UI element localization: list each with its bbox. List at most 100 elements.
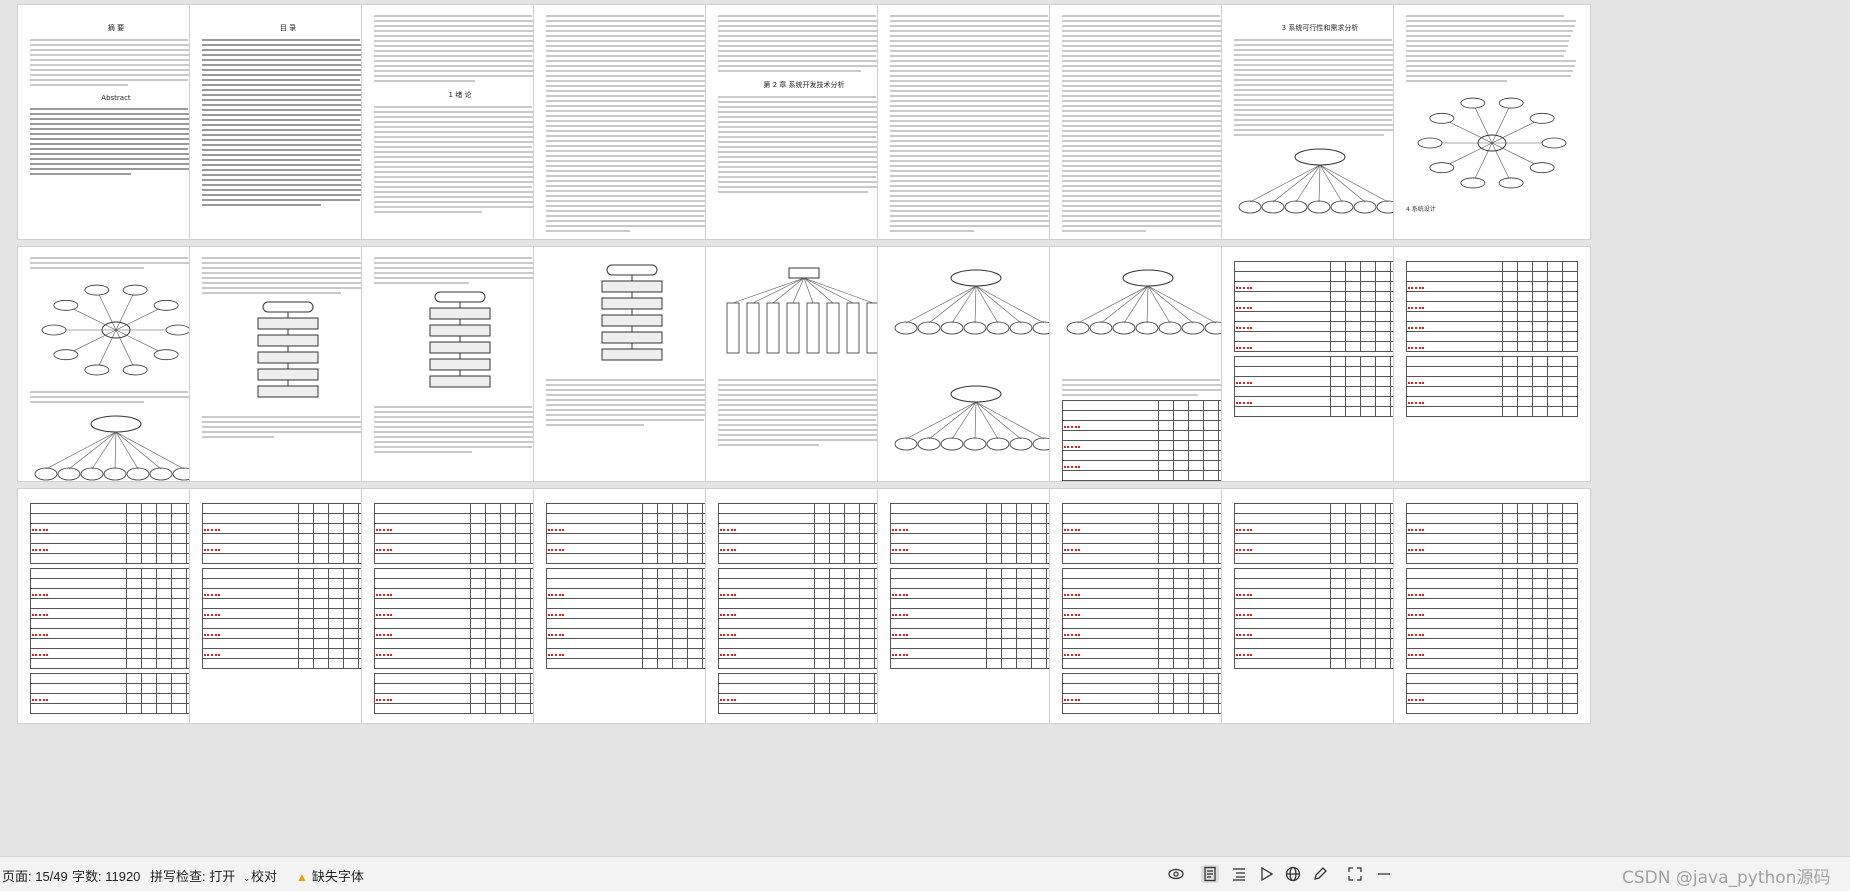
document-page[interactable]: 1 绪 论 bbox=[361, 4, 559, 240]
document-page[interactable] bbox=[1049, 4, 1247, 240]
field-table bbox=[1406, 503, 1579, 564]
tree-edge bbox=[792, 277, 805, 304]
spell-error-mark bbox=[1408, 381, 1424, 384]
page-view-icon[interactable] bbox=[1201, 865, 1219, 883]
document-page[interactable] bbox=[533, 246, 731, 482]
text-line bbox=[546, 215, 705, 217]
text-line bbox=[546, 419, 705, 421]
outline-icon[interactable] bbox=[1230, 865, 1248, 883]
text-line bbox=[1406, 20, 1577, 22]
proofread-button[interactable]: 校对 bbox=[251, 866, 277, 885]
text-line bbox=[890, 155, 1056, 157]
spell-error-mark bbox=[892, 613, 908, 616]
field-table bbox=[374, 568, 547, 669]
text-line bbox=[1234, 134, 1384, 136]
text-line bbox=[374, 181, 534, 183]
text-line bbox=[202, 272, 369, 274]
page-indicator[interactable]: 页面: 15/49 bbox=[2, 866, 68, 885]
text-line bbox=[718, 60, 889, 62]
document-page[interactable]: 摘 要 Abstract bbox=[17, 4, 215, 240]
document-page[interactable] bbox=[1049, 246, 1247, 482]
document-page[interactable] bbox=[705, 488, 903, 724]
page-content bbox=[1406, 499, 1579, 715]
document-page[interactable] bbox=[1221, 488, 1419, 724]
document-page[interactable] bbox=[705, 246, 903, 482]
document-page[interactable] bbox=[877, 4, 1075, 240]
flow-start bbox=[262, 301, 314, 313]
text-line bbox=[546, 110, 713, 112]
attribute-node bbox=[84, 364, 110, 376]
document-page[interactable]: 目 录 bbox=[189, 4, 387, 240]
attribute-node bbox=[84, 284, 110, 296]
play-icon[interactable] bbox=[1257, 865, 1275, 883]
spell-error-mark bbox=[376, 633, 392, 636]
document-page[interactable] bbox=[361, 246, 559, 482]
text-line bbox=[374, 272, 541, 274]
text-line bbox=[890, 120, 1054, 122]
flow-step bbox=[429, 341, 491, 354]
text-line bbox=[718, 20, 889, 22]
spell-error-mark bbox=[892, 653, 908, 656]
document-page[interactable] bbox=[533, 4, 731, 240]
document-page[interactable] bbox=[1393, 246, 1591, 482]
text-line bbox=[546, 200, 710, 202]
entity-node bbox=[1122, 269, 1174, 287]
missing-font-button[interactable]: ▲ 缺失字体 bbox=[296, 866, 364, 885]
relation-line bbox=[1295, 164, 1321, 203]
text-line bbox=[30, 64, 194, 66]
module-node bbox=[846, 302, 860, 354]
eye-icon[interactable] bbox=[1167, 865, 1185, 883]
spell-error-mark bbox=[720, 613, 736, 616]
document-page[interactable] bbox=[533, 488, 731, 724]
attribute-node bbox=[940, 437, 964, 451]
document-page[interactable] bbox=[189, 488, 387, 724]
page-content: 第 2 章 系统开发技术分析 bbox=[718, 15, 890, 231]
text-line bbox=[718, 126, 880, 128]
tree-edge bbox=[752, 277, 805, 304]
attribute-node bbox=[34, 467, 58, 481]
text-line bbox=[546, 35, 712, 37]
spell-error-mark bbox=[720, 528, 736, 531]
document-page[interactable] bbox=[17, 488, 215, 724]
text-line bbox=[1234, 54, 1401, 56]
text-line bbox=[30, 391, 189, 393]
zoom-out-icon[interactable] bbox=[1375, 865, 1393, 883]
text-line bbox=[1062, 135, 1221, 137]
document-page[interactable] bbox=[1049, 488, 1247, 724]
spell-check-toggle[interactable]: 拼写检查: 打开 ⌄ bbox=[150, 866, 250, 885]
document-page[interactable] bbox=[1221, 246, 1419, 482]
text-line bbox=[1062, 105, 1231, 107]
spell-error-mark bbox=[204, 593, 220, 596]
text-line bbox=[546, 20, 717, 22]
attribute-node bbox=[894, 321, 918, 335]
globe-icon[interactable] bbox=[1284, 865, 1302, 883]
text-line bbox=[718, 25, 887, 27]
document-page[interactable] bbox=[1393, 488, 1591, 724]
text-line bbox=[1234, 104, 1398, 106]
document-page[interactable] bbox=[17, 246, 215, 482]
text-line bbox=[202, 436, 275, 438]
document-page[interactable] bbox=[361, 488, 559, 724]
module-node bbox=[826, 302, 840, 354]
text-line bbox=[374, 40, 538, 42]
pen-icon[interactable] bbox=[1311, 865, 1329, 883]
document-page[interactable]: 4 系统设计 bbox=[1393, 4, 1591, 240]
document-page[interactable] bbox=[877, 246, 1075, 482]
attribute-node bbox=[1089, 321, 1113, 335]
attribute-node bbox=[1498, 97, 1524, 109]
document-canvas[interactable]: 摘 要 Abstract 目 录 1 绪 论 第 2 章 系统开发技术分析 3 系统可行性… bbox=[0, 0, 1850, 856]
document-page[interactable]: 3 系统可行性和需求分析 bbox=[1221, 4, 1419, 240]
text-line bbox=[718, 15, 877, 17]
field-table bbox=[30, 503, 203, 564]
document-page[interactable]: 第 2 章 系统开发技术分析 bbox=[705, 4, 903, 240]
word-count[interactable]: 字数: 11920 bbox=[72, 866, 140, 885]
text-line bbox=[546, 379, 705, 381]
relation-line bbox=[975, 401, 1022, 440]
text-line bbox=[202, 179, 368, 181]
text-line bbox=[1234, 124, 1405, 126]
document-page[interactable] bbox=[189, 246, 387, 482]
fit-icon[interactable] bbox=[1346, 865, 1364, 883]
text-line bbox=[718, 111, 885, 113]
text-line bbox=[1234, 99, 1400, 101]
document-page[interactable] bbox=[877, 488, 1075, 724]
